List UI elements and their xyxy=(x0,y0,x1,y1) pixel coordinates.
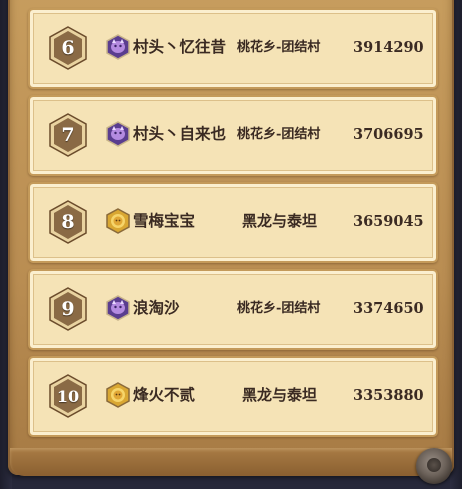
leaderboard-row[interactable]: 7 村头丶自来也 桃花乡-团结村 3706695 xyxy=(28,95,438,176)
scroll-bottom-roll xyxy=(10,448,452,476)
purple-beast-icon xyxy=(105,34,131,60)
server-name: 黑龙与泰坦 xyxy=(242,212,318,230)
leaderboard-row[interactable]: 9 浪淘沙 桃花乡-团结村 3374650 xyxy=(28,269,438,350)
rank-hexagon: 10 xyxy=(48,374,88,418)
score-value: 3659045 xyxy=(353,213,424,230)
gold-lion-icon xyxy=(105,382,131,408)
server-name: 桃花乡-团结村 xyxy=(237,127,321,142)
score-value: 3706695 xyxy=(353,126,424,143)
rank-hexagon: 9 xyxy=(48,287,88,331)
server-name: 桃花乡-团结村 xyxy=(237,301,321,316)
server-name: 黑龙与泰坦 xyxy=(242,386,318,404)
rank-number: 9 xyxy=(61,298,75,320)
rank-number: 7 xyxy=(61,124,75,146)
scroll-curl-knob xyxy=(416,448,452,484)
score-value: 3914290 xyxy=(353,39,424,56)
leaderboard-row[interactable]: 10 烽火不贰 黑龙与泰坦 3353880 xyxy=(28,356,438,437)
score-value: 3353880 xyxy=(353,387,424,404)
player-name: 烽火不贰 xyxy=(133,385,196,404)
leaderboard-row[interactable]: 6 村头丶忆往昔 桃花乡-团结村 3914290 xyxy=(28,8,438,89)
purple-beast-icon xyxy=(105,295,131,321)
rank-number: 8 xyxy=(61,211,75,233)
score-value: 3374650 xyxy=(353,300,424,317)
purple-beast-icon xyxy=(105,121,131,147)
leaderboard-row[interactable]: 8 雪梅宝宝 黑龙与泰坦 3659045 xyxy=(28,182,438,263)
scroll-curl-center xyxy=(427,458,441,472)
player-name: 村头丶忆往昔 xyxy=(133,37,227,56)
gold-lion-icon xyxy=(105,208,131,234)
server-name: 桃花乡-团结村 xyxy=(237,40,321,55)
player-name: 雪梅宝宝 xyxy=(133,211,196,230)
rank-hexagon: 8 xyxy=(48,200,88,244)
rank-hexagon: 6 xyxy=(48,26,88,70)
rank-number: 10 xyxy=(56,386,80,406)
player-name: 浪淘沙 xyxy=(133,298,180,317)
rank-number: 6 xyxy=(61,37,75,59)
rank-hexagon: 7 xyxy=(48,113,88,157)
player-name: 村头丶自来也 xyxy=(133,124,227,143)
